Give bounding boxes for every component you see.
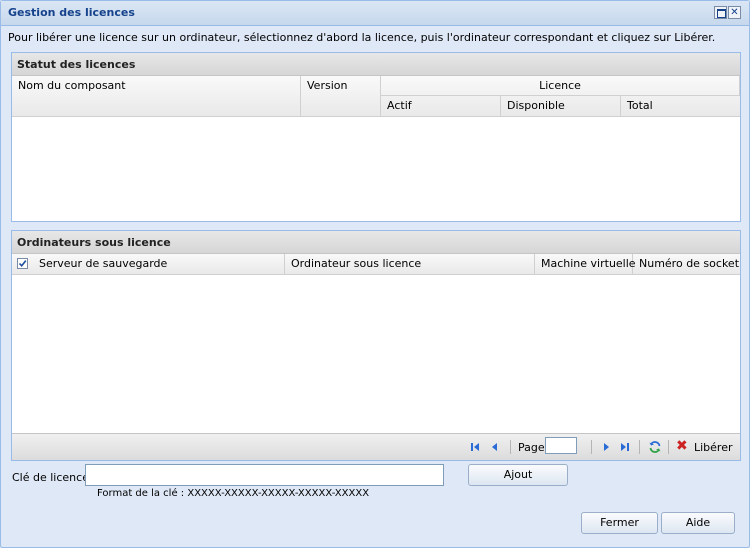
column-active[interactable]: Actif (381, 96, 501, 116)
license-status-grid-body[interactable] (12, 117, 740, 221)
licensed-computers-panel: Ordinateurs sous licence Serveur de sauv… (11, 230, 741, 461)
maximize-icon[interactable] (714, 6, 727, 19)
page-label: Page (518, 441, 545, 454)
column-version[interactable]: Version (301, 76, 381, 116)
last-page-icon[interactable] (618, 440, 632, 454)
next-page-icon[interactable] (599, 440, 613, 454)
column-socket-number[interactable]: Numéro de socket (633, 254, 740, 274)
license-key-input[interactable] (85, 464, 444, 486)
close-icon[interactable]: ✕ (728, 6, 741, 19)
license-status-title: Statut des licences (17, 58, 136, 71)
release-label: Libérer (694, 441, 733, 454)
column-backup-server[interactable]: Serveur de sauvegarde (12, 254, 285, 274)
page-number-input[interactable] (545, 437, 577, 454)
pager-separator (591, 440, 592, 454)
first-page-icon[interactable] (468, 440, 482, 454)
column-total[interactable]: Total (621, 96, 740, 116)
refresh-icon[interactable] (648, 440, 662, 454)
license-status-header: Statut des licences (12, 53, 740, 76)
licensed-computers-header: Ordinateurs sous licence (12, 231, 740, 254)
column-group-licence: Licence (381, 76, 740, 96)
previous-page-icon[interactable] (488, 440, 502, 454)
column-component-name[interactable]: Nom du composant (12, 76, 301, 116)
licensed-computers-columns: Serveur de sauvegarde Ordinateur sous li… (12, 254, 740, 275)
select-all-checkbox[interactable] (17, 258, 28, 269)
license-status-panel: Statut des licences Nom du composant Ver… (11, 52, 741, 222)
dialog-title: Gestion des licences (8, 6, 135, 19)
pager-separator (639, 440, 640, 454)
release-x-icon: ✖ (676, 438, 688, 454)
close-button[interactable]: Fermer (581, 512, 658, 534)
pagination-toolbar: Page ✖ Libérer (12, 433, 740, 460)
license-key-format-hint: Format de la clé : XXXXX-XXXXX-XXXXX-XXX… (97, 488, 370, 499)
column-virtual-machine[interactable]: Machine virtuelle (535, 254, 636, 274)
help-button[interactable]: Aide (661, 512, 735, 534)
column-licensed-computer[interactable]: Ordinateur sous licence (285, 254, 535, 274)
license-dialog: Gestion des licences ✕ Pour libérer une … (0, 0, 750, 548)
licensed-computers-grid-body[interactable] (12, 275, 740, 433)
dialog-titlebar[interactable]: Gestion des licences ✕ (1, 1, 749, 26)
pager-separator (668, 440, 669, 454)
license-status-columns: Nom du composant Version Licence Actif D… (12, 76, 740, 117)
add-license-button[interactable]: Ajout (468, 464, 568, 486)
pager-separator (510, 440, 511, 454)
license-key-label: Clé de licence (12, 471, 89, 484)
licensed-computers-title: Ordinateurs sous licence (17, 236, 171, 249)
column-available[interactable]: Disponible (501, 96, 621, 116)
instructions-text: Pour libérer une licence sur un ordinate… (8, 31, 716, 44)
